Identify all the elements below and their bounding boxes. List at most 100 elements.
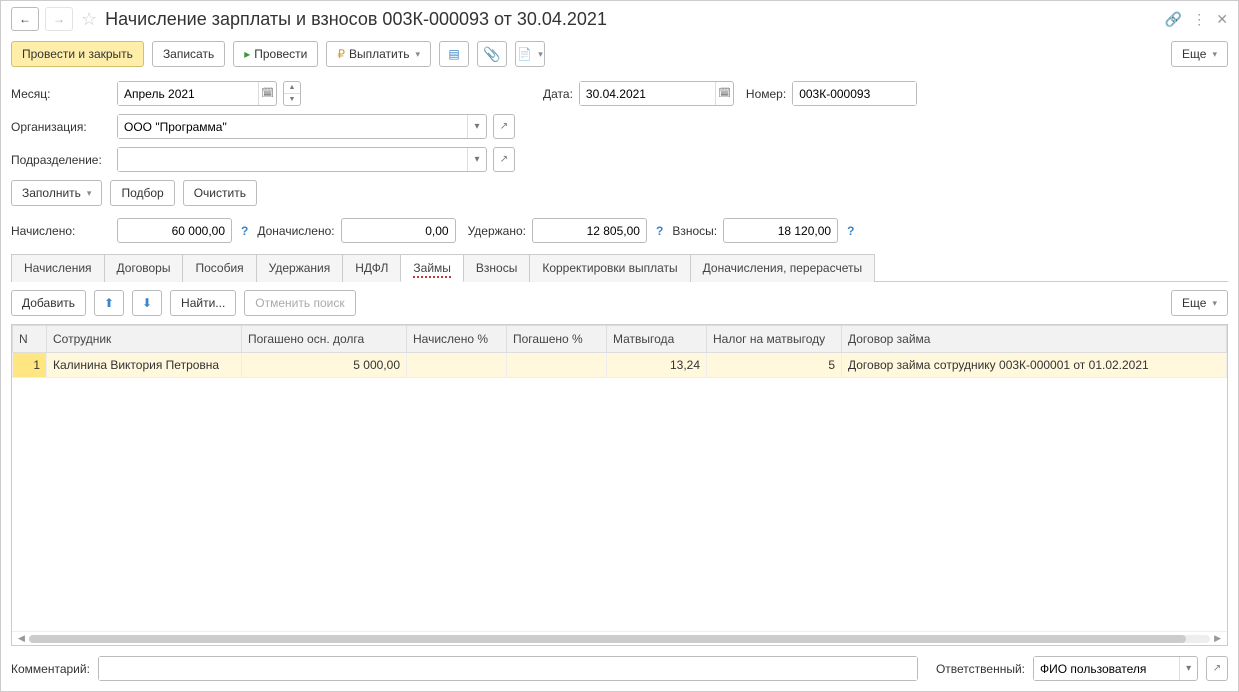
arrow-down-icon: ⬇ xyxy=(142,296,152,310)
accrued-input[interactable] xyxy=(117,218,232,243)
col-n[interactable]: N xyxy=(13,326,47,353)
org-open-button[interactable]: ↗ xyxy=(493,114,515,139)
loans-table: N Сотрудник Погашено осн. долга Начислен… xyxy=(11,324,1228,646)
extra-label: Доначислено: xyxy=(257,224,334,238)
scroll-left-icon[interactable]: ◀ xyxy=(18,633,25,644)
org-input[interactable] xyxy=(118,115,467,138)
contrib-input[interactable] xyxy=(723,218,838,243)
chevron-down-icon: ▾ xyxy=(415,49,420,60)
comment-label: Комментарий: xyxy=(11,662,90,676)
pay-icon: ₽ xyxy=(337,47,345,61)
window-title: Начисление зарплаты и взносов 003К-00009… xyxy=(105,9,1159,30)
dept-label: Подразделение: xyxy=(11,153,111,167)
help-icon[interactable]: ? xyxy=(844,224,857,238)
clear-button[interactable]: Очистить xyxy=(183,180,257,206)
chevron-down-icon[interactable]: ▾ xyxy=(467,148,486,171)
col-contract[interactable]: Договор займа xyxy=(842,326,1227,353)
tab-more-button[interactable]: Еще ▾ xyxy=(1171,290,1228,316)
month-step-up[interactable]: ▲ xyxy=(284,82,300,94)
tab-contracts[interactable]: Договоры xyxy=(104,254,184,282)
chevron-down-icon: ▾ xyxy=(1212,49,1217,60)
favorite-star-icon[interactable]: ☆ xyxy=(81,9,97,30)
close-icon[interactable]: ✕ xyxy=(1216,11,1228,28)
date-input[interactable] xyxy=(580,82,715,105)
more-button[interactable]: Еще ▾ xyxy=(1171,41,1228,67)
horizontal-scrollbar[interactable]: ◀ ▶ xyxy=(12,631,1227,645)
cell-paid-pct[interactable] xyxy=(507,353,607,378)
post-and-close-button[interactable]: Провести и закрыть xyxy=(11,41,144,67)
col-accr-pct[interactable]: Начислено % xyxy=(407,326,507,353)
dept-input[interactable] xyxy=(118,148,467,171)
pay-button-label: Выплатить xyxy=(349,47,410,61)
paperclip-icon: 📎 xyxy=(483,46,500,63)
pick-button[interactable]: Подбор xyxy=(110,180,174,206)
tab-more-label: Еще xyxy=(1182,296,1206,310)
number-label: Номер: xyxy=(746,87,786,101)
fill-button-label: Заполнить xyxy=(22,186,81,200)
move-up-button[interactable]: ⬆ xyxy=(94,290,124,316)
dept-open-button[interactable]: ↗ xyxy=(493,147,515,172)
col-principal[interactable]: Погашено осн. долга xyxy=(242,326,407,353)
tab-benefits[interactable]: Пособия xyxy=(182,254,256,282)
col-benefit[interactable]: Матвыгода xyxy=(607,326,707,353)
add-row-button[interactable]: Добавить xyxy=(11,290,86,316)
cell-n[interactable]: 1 xyxy=(13,353,47,378)
month-step-down[interactable]: ▼ xyxy=(284,94,300,105)
number-input[interactable] xyxy=(793,82,916,105)
contrib-label: Взносы: xyxy=(672,224,717,238)
report-button[interactable]: ▤ xyxy=(439,41,469,67)
tabs: Начисления Договоры Пособия Удержания НД… xyxy=(11,253,1228,282)
col-employee[interactable]: Сотрудник xyxy=(47,326,242,353)
more-button-label: Еще xyxy=(1182,47,1206,61)
help-icon[interactable]: ? xyxy=(238,224,251,238)
calendar-icon[interactable]: 🗓 xyxy=(715,82,733,105)
fill-button[interactable]: Заполнить ▾ xyxy=(11,180,102,206)
responsible-input[interactable] xyxy=(1034,657,1179,680)
col-tax[interactable]: Налог на матвыгоду xyxy=(707,326,842,353)
cell-principal[interactable]: 5 000,00 xyxy=(242,353,407,378)
tab-accruals[interactable]: Начисления xyxy=(11,254,105,282)
chevron-down-icon[interactable]: ▾ xyxy=(467,115,486,138)
cell-accr-pct[interactable] xyxy=(407,353,507,378)
attach-button[interactable]: 📎 xyxy=(477,41,507,67)
tab-loans[interactable]: Займы xyxy=(400,254,464,282)
report-icon: ▤ xyxy=(448,47,459,61)
comment-input[interactable] xyxy=(99,657,917,680)
cancel-search-button[interactable]: Отменить поиск xyxy=(244,290,355,316)
move-down-button[interactable]: ⬇ xyxy=(132,290,162,316)
tab-deductions[interactable]: Удержания xyxy=(256,254,344,282)
withheld-label: Удержано: xyxy=(468,224,526,238)
tab-recalc[interactable]: Доначисления, перерасчеты xyxy=(690,254,875,282)
find-button[interactable]: Найти... xyxy=(170,290,236,316)
tab-corrections[interactable]: Корректировки выплаты xyxy=(529,254,690,282)
chevron-down-icon: ▾ xyxy=(1212,298,1217,309)
nav-forward-button[interactable]: → xyxy=(45,7,73,31)
save-button[interactable]: Записать xyxy=(152,41,225,67)
cell-employee[interactable]: Калинина Виктория Петровна xyxy=(47,353,242,378)
link-icon[interactable]: 🔗 xyxy=(1165,11,1182,28)
table-row[interactable]: 1 Калинина Виктория Петровна 5 000,00 13… xyxy=(13,353,1227,378)
cell-tax[interactable]: 5 xyxy=(707,353,842,378)
cell-benefit[interactable]: 13,24 xyxy=(607,353,707,378)
nav-back-button[interactable]: ← xyxy=(11,7,39,31)
kebab-menu-icon[interactable]: ⋮ xyxy=(1192,11,1206,28)
calendar-icon[interactable]: 🗓 xyxy=(258,82,276,105)
cell-contract[interactable]: Договор займа сотруднику 003К-000001 от … xyxy=(842,353,1227,378)
extra-input[interactable] xyxy=(341,218,456,243)
pay-button[interactable]: ₽ Выплатить ▾ xyxy=(326,41,431,67)
withheld-input[interactable] xyxy=(532,218,647,243)
col-paid-pct[interactable]: Погашено % xyxy=(507,326,607,353)
date-label: Дата: xyxy=(543,87,573,101)
help-icon[interactable]: ? xyxy=(653,224,666,238)
org-label: Организация: xyxy=(11,120,111,134)
month-input[interactable] xyxy=(118,82,258,105)
create-based-on-button[interactable]: 📄 ▾ xyxy=(515,41,545,67)
tab-contributions[interactable]: Взносы xyxy=(463,254,530,282)
scroll-right-icon[interactable]: ▶ xyxy=(1214,633,1221,644)
post-button[interactable]: ▸ Провести xyxy=(233,41,318,67)
responsible-open-button[interactable]: ↗ xyxy=(1206,656,1228,681)
chevron-down-icon: ▾ xyxy=(538,49,543,60)
tab-ndfl[interactable]: НДФЛ xyxy=(342,254,401,282)
chevron-down-icon[interactable]: ▾ xyxy=(1179,657,1197,680)
post-button-label: Провести xyxy=(254,47,307,61)
